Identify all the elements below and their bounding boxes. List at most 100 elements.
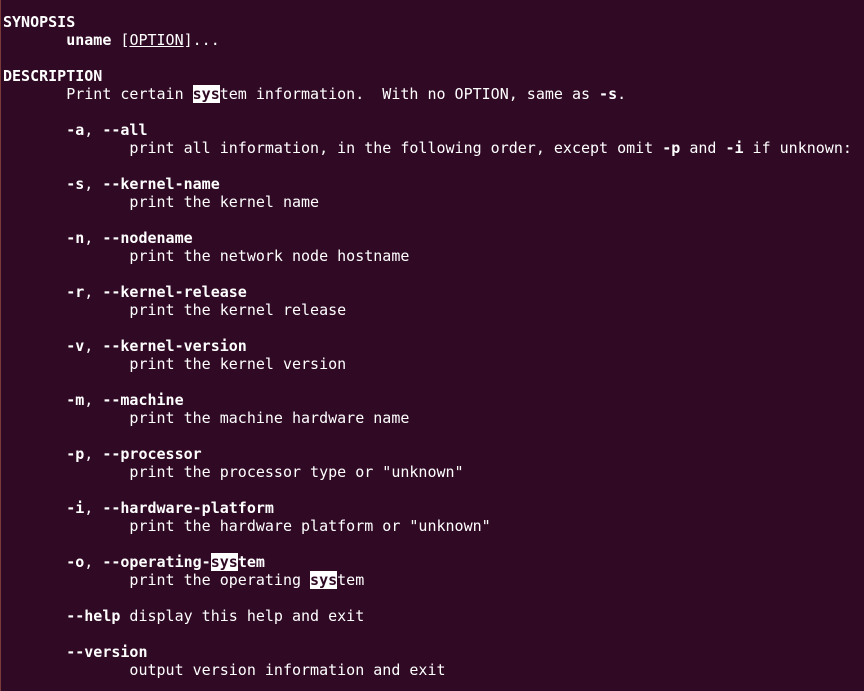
terminal-line: print the machine hardware name: [3, 409, 852, 427]
bold-text: --machine: [102, 391, 184, 409]
bold-text: -o: [66, 553, 85, 571]
text: [3, 553, 66, 571]
terminal-line: -o, --operating-system: [3, 553, 852, 571]
text: [: [111, 31, 130, 49]
text: print the hardware platform or "unknown": [3, 517, 491, 535]
terminal-line: Print certain system information. With n…: [3, 85, 852, 103]
text: .: [617, 85, 627, 103]
bold-text: tem: [237, 553, 265, 571]
text: [3, 643, 66, 661]
bold-text: --version: [66, 643, 148, 661]
terminal-line: print the kernel name: [3, 193, 852, 211]
text: print all information, in the following …: [3, 139, 663, 157]
search-match-highlight: sys: [310, 571, 338, 589]
bold-text: -p: [66, 445, 85, 463]
window-edge: [0, 0, 1, 691]
text: if unknown:: [743, 139, 852, 157]
underlined-text: OPTION: [129, 31, 184, 49]
terminal-line: print the hardware platform or "unknown": [3, 517, 852, 535]
bold-text: SYNOPSIS: [3, 13, 76, 31]
terminal-line: --help display this help and exit: [3, 607, 852, 625]
bold-text: --processor: [102, 445, 202, 463]
bold-text: -m: [66, 391, 85, 409]
bold-text: -a: [66, 121, 85, 139]
bold-text: --all: [102, 121, 148, 139]
text: ,: [84, 229, 103, 247]
text: ,: [84, 499, 103, 517]
text: ,: [84, 553, 103, 571]
terminal-line: -s, --kernel-name: [3, 175, 852, 193]
bold-text: -n: [66, 229, 85, 247]
text: [3, 337, 66, 355]
bold-text: --hardware-platform: [102, 499, 274, 517]
terminal-line: -m, --machine: [3, 391, 852, 409]
bold-text: --kernel-version: [102, 337, 247, 355]
terminal-line: SYNOPSIS: [3, 13, 852, 31]
terminal-line: -i, --hardware-platform: [3, 499, 852, 517]
text: print the network node hostname: [3, 247, 410, 265]
text: [3, 391, 66, 409]
bold-text: -v: [66, 337, 85, 355]
text: and: [680, 139, 726, 157]
bold-text: -i: [725, 139, 744, 157]
text: [3, 121, 66, 139]
text: [3, 445, 66, 463]
text: ,: [84, 175, 103, 193]
text: ,: [84, 121, 103, 139]
terminal-line: --version: [3, 643, 852, 661]
bold-text: -r: [66, 283, 85, 301]
bold-text: -i: [66, 499, 85, 517]
text: ,: [84, 391, 103, 409]
bold-text: --kernel-release: [102, 283, 247, 301]
text: display this help and exit: [120, 607, 365, 625]
terminal-line: print all information, in the following …: [3, 139, 852, 157]
text: print the kernel release: [3, 301, 347, 319]
text: print the kernel version: [3, 355, 347, 373]
terminal-line: print the processor type or "unknown": [3, 463, 852, 481]
terminal-line: print the network node hostname: [3, 247, 852, 265]
text: tem information. With no OPTION, same as: [219, 85, 600, 103]
text: output version information and exit: [3, 661, 446, 679]
bold-text: DESCRIPTION: [3, 67, 103, 85]
text: ,: [84, 445, 103, 463]
terminal-line: -n, --nodename: [3, 229, 852, 247]
text: [3, 607, 66, 625]
terminal-line: print the kernel version: [3, 355, 852, 373]
terminal-man-page[interactable]: SYNOPSIS uname [OPTION]... DESCRIPTION Pr…: [3, 13, 852, 679]
text: ,: [84, 337, 103, 355]
bold-text: -s: [599, 85, 618, 103]
terminal-line: DESCRIPTION: [3, 67, 852, 85]
text: [3, 283, 66, 301]
search-match-highlight: sys: [210, 553, 238, 571]
text: print the processor type or "unknown": [3, 463, 464, 481]
search-match-highlight: sys: [192, 85, 220, 103]
bold-text: --help: [66, 607, 121, 625]
text: [3, 499, 66, 517]
bold-text: --kernel-name: [102, 175, 220, 193]
text: tem: [337, 571, 365, 589]
text: Print certain: [3, 85, 193, 103]
bold-text: --nodename: [102, 229, 193, 247]
bold-text: -s: [66, 175, 85, 193]
text: [3, 229, 66, 247]
text: [3, 175, 66, 193]
text: ,: [84, 283, 103, 301]
bold-text: --operating-: [102, 553, 211, 571]
text: [3, 31, 66, 49]
text: print the kernel name: [3, 193, 320, 211]
bold-text: -p: [662, 139, 681, 157]
terminal-line: -r, --kernel-release: [3, 283, 852, 301]
terminal-line: print the kernel release: [3, 301, 852, 319]
terminal-line: output version information and exit: [3, 661, 852, 679]
terminal-line: print the operating system: [3, 571, 852, 589]
